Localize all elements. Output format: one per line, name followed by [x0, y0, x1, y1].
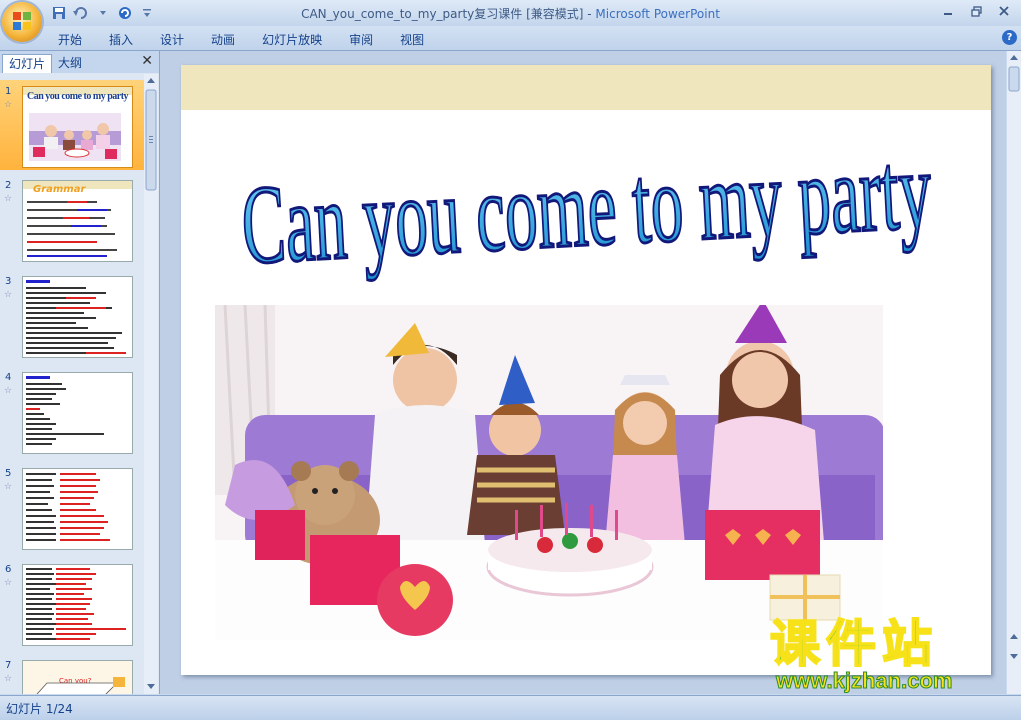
slide-scrollbar[interactable] [1007, 51, 1021, 694]
thumbnail-title: Grammar [33, 184, 86, 195]
close-pane-icon[interactable]: ✕ [141, 53, 153, 69]
animation-star-icon: ☆ [4, 578, 13, 588]
tab-review[interactable]: 审阅 [349, 31, 373, 48]
tab-slides[interactable]: 幻灯片 [2, 54, 53, 73]
party-photo[interactable] [215, 305, 883, 640]
slide-number: 6 [5, 564, 12, 575]
thumbnail-text-lines [26, 376, 104, 445]
slide-number: 2 [5, 180, 12, 191]
tab-slideshow[interactable]: 幻灯片放映 [262, 31, 322, 48]
animation-star-icon: ☆ [4, 194, 13, 204]
watermark-url: www.kjzhan.com [775, 668, 953, 694]
thumbnail-text-lines [26, 473, 110, 541]
slide-canvas[interactable]: Can you come to my party [181, 65, 991, 675]
site-watermark: 课件站 www.kjzhan.com [768, 615, 1008, 694]
thumbnail-preview: Can you? [22, 660, 133, 694]
thumbnail-text-lines [26, 568, 126, 640]
slide-counter: 幻灯片 1/24 [6, 702, 73, 716]
tab-outline[interactable]: 大纲 [52, 54, 88, 72]
animation-star-icon: ☆ [4, 290, 13, 300]
animation-star-icon: ☆ [4, 100, 13, 110]
help-icon[interactable]: ? [1002, 30, 1017, 45]
thumbnail-preview [22, 276, 133, 358]
slide-thumbnail-1[interactable]: 1 ☆ Can you come to my party [0, 80, 144, 170]
thumbnail-title: Can you come to my party [27, 91, 129, 102]
tab-view[interactable]: 视图 [400, 31, 424, 48]
thumbnail-preview: Grammar [22, 180, 133, 262]
title-separator: - [583, 7, 596, 21]
thumbnail-scrollbar[interactable] [144, 74, 158, 694]
slide-thumbnail-7[interactable]: 7 ☆ Can you? [0, 654, 144, 694]
thumbnail-text-lines [27, 201, 117, 257]
slide-number: 7 [5, 660, 12, 671]
window-title: CAN_you_come_to_my_party复习课件 [兼容模式] - Mi… [0, 5, 1021, 22]
slide-number: 4 [5, 372, 12, 383]
watermark-chinese: 课件站 [769, 615, 938, 673]
slide-thumbnail-6[interactable]: 6 ☆ [0, 558, 144, 648]
thumbnail-preview [22, 564, 133, 646]
slide-title-wordart[interactable]: Can you come to my party [181, 87, 991, 287]
application-name: Microsoft PowerPoint [595, 7, 720, 21]
slide-thumbnail-2[interactable]: 2 ☆ Grammar [0, 174, 144, 264]
slide-thumbnail-5[interactable]: 5 ☆ [0, 462, 144, 552]
ribbon: 开始 插入 设计 动画 幻灯片放映 审阅 视图 ? [0, 26, 1021, 51]
ribbon-tabs: 开始 插入 设计 动画 幻灯片放映 审阅 视图 [58, 31, 451, 48]
office-logo-icon [13, 12, 31, 30]
slide-thumbnail-3[interactable]: 3 ☆ [0, 270, 144, 360]
slide-number: 1 [5, 86, 12, 97]
tab-animations[interactable]: 动画 [211, 31, 235, 48]
office-button[interactable] [2, 2, 42, 42]
slide-thumbnail-4[interactable]: 4 ☆ [0, 366, 144, 456]
close-window-icon[interactable] [991, 2, 1017, 20]
minimize-icon[interactable] [935, 2, 961, 20]
slide-number: 5 [5, 468, 12, 479]
window-controls [935, 2, 1017, 20]
thumbnail-preview [22, 372, 133, 454]
tab-insert[interactable]: 插入 [109, 31, 133, 48]
tab-home[interactable]: 开始 [58, 31, 82, 48]
thumbnail-text-lines [26, 280, 126, 354]
tab-design[interactable]: 设计 [160, 31, 184, 48]
slide-editor: Can you come to my party [160, 51, 1006, 694]
pane-tabs: 幻灯片 大纲 ✕ [0, 51, 159, 73]
document-name: CAN_you_come_to_my_party复习课件 [兼容模式] [301, 7, 584, 21]
slide-number: 3 [5, 276, 12, 287]
title-bar: CAN_you_come_to_my_party复习课件 [兼容模式] - Mi… [0, 0, 1021, 26]
animation-star-icon: ☆ [4, 386, 13, 396]
animation-star-icon: ☆ [4, 674, 13, 684]
status-bar: 幻灯片 1/24 [0, 695, 1021, 720]
animation-star-icon: ☆ [4, 482, 13, 492]
thumbnail-book-image [36, 677, 125, 694]
thumbnail-list: 1 ☆ Can you come to my party 2 ☆ Grammar… [0, 74, 144, 694]
thumbnail-party-image [29, 113, 121, 161]
restore-icon[interactable] [963, 2, 989, 20]
slides-pane: 幻灯片 大纲 ✕ 1 ☆ Can you come to my party 2 … [0, 51, 160, 694]
thumbnail-preview: Can you come to my party [22, 86, 133, 168]
thumbnail-preview [22, 468, 133, 550]
slide-title-text: Can you come to my party [239, 128, 935, 287]
